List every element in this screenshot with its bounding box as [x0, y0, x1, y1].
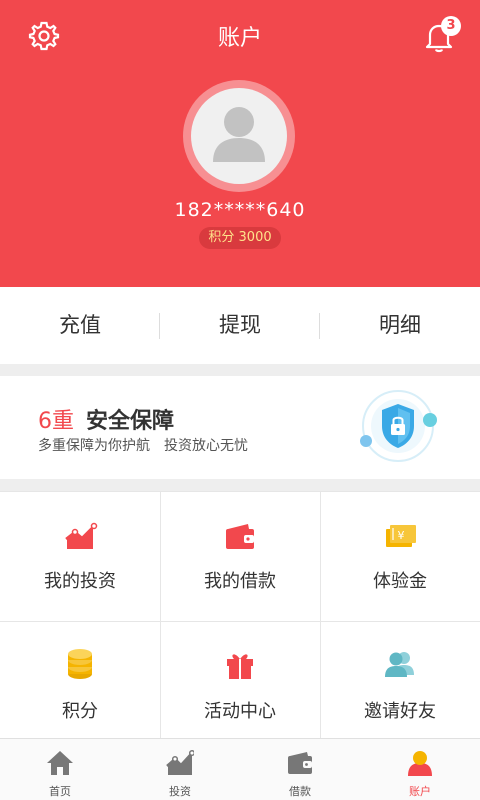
- account-header: 账户 3 182*****640 积分 3000: [0, 0, 480, 287]
- ticket-icon: ¥: [386, 525, 416, 547]
- grid-item-invite-friends[interactable]: 邀请好友: [320, 621, 480, 745]
- account-actions: 充值 提现 明细: [0, 287, 480, 364]
- invite-friends-icon: [385, 652, 414, 677]
- points-badge[interactable]: 积分 3000: [199, 227, 281, 249]
- security-count: 6重: [38, 409, 74, 434]
- grid-item-label: 邀请好友: [364, 701, 436, 722]
- grid-item-trial-funds[interactable]: ¥ 体验金: [320, 491, 480, 615]
- tab-label: 首页: [49, 785, 71, 798]
- bottom-tab-bar: 首页 投资 借款 账户: [0, 738, 480, 800]
- user-phone: 182*****640: [174, 199, 306, 221]
- coins-icon: [68, 649, 92, 679]
- account-icon: [408, 751, 432, 776]
- grid-item-label: 我的投资: [44, 571, 116, 592]
- grid-item-activity-center[interactable]: 活动中心: [160, 621, 320, 745]
- grid-item-points[interactable]: 积分: [0, 621, 160, 745]
- grid-item-label: 体验金: [373, 571, 427, 592]
- page-title: 账户: [217, 26, 262, 51]
- svg-text:¥: ¥: [398, 529, 405, 542]
- tab-label: 投资: [169, 785, 191, 798]
- tab-label: 账户: [409, 785, 431, 798]
- grid-item-label: 我的借款: [204, 571, 276, 592]
- home-icon: [47, 751, 73, 775]
- tab-home[interactable]: 首页: [0, 739, 120, 800]
- security-shield-icon: [360, 390, 437, 462]
- tab-invest[interactable]: 投资: [120, 739, 240, 800]
- wallet-icon: [226, 524, 254, 549]
- avatar[interactable]: [191, 88, 287, 184]
- investment-chart-icon: [65, 522, 98, 549]
- gift-icon: [227, 654, 253, 679]
- grid-item-my-investment[interactable]: 我的投资: [0, 491, 160, 615]
- notification-badge: 3: [441, 16, 461, 36]
- security-title: 安全保障: [86, 409, 175, 434]
- grid-item-my-loans[interactable]: 我的借款: [160, 491, 320, 615]
- security-subtitle: 多重保障为你护航 投资放心无忧: [38, 438, 248, 454]
- wallet-icon: [288, 752, 312, 774]
- feature-grid: 我的投资 我的借款 ¥ 体验金 积分 活动中心 邀请好友: [0, 491, 480, 738]
- user-silhouette-icon: [213, 107, 265, 162]
- grid-item-label: 活动中心: [204, 701, 276, 722]
- tab-account[interactable]: 账户: [360, 739, 480, 800]
- recharge-button[interactable]: 充值: [0, 287, 160, 364]
- withdraw-button[interactable]: 提现: [160, 287, 320, 364]
- grid-item-label: 积分: [62, 701, 98, 722]
- tab-loans[interactable]: 借款: [240, 739, 360, 800]
- tab-label: 借款: [289, 785, 311, 798]
- chart-icon: [166, 749, 194, 775]
- details-button[interactable]: 明细: [320, 287, 480, 364]
